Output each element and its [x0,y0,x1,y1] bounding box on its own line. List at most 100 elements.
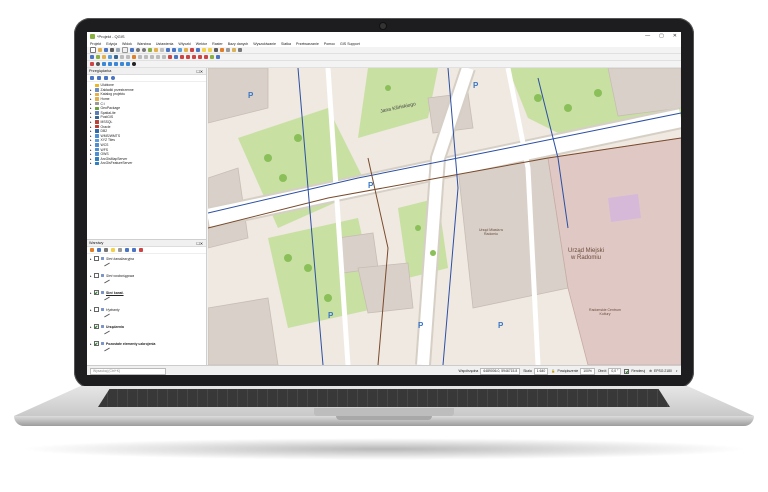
zoom-full-icon[interactable] [148,48,152,52]
undo-icon[interactable] [168,55,172,59]
menu-bazy-danych[interactable]: Bazy danych [228,42,249,46]
crs-label[interactable]: EPSG:2180 [654,369,672,373]
locator-search-input[interactable]: Wyszukaj (Ctrl+K) [90,367,166,375]
menu-wektor[interactable]: Wektor [196,42,207,46]
expand-arrow-icon[interactable]: ▸ [90,120,93,124]
expand-arrow-icon[interactable]: ▸ [90,125,93,129]
zoom-native-icon[interactable] [160,48,164,52]
expand-arrow-icon[interactable]: ▸ [90,115,93,119]
select-features-icon[interactable] [202,48,206,52]
add-vector-icon[interactable] [90,55,94,59]
paste-features-icon[interactable] [162,55,166,59]
expand-arrow-icon[interactable]: ▸ [90,92,93,96]
menu-wyszukiwanie[interactable]: Wyszukiwanie [253,42,276,46]
merge-features-icon[interactable] [204,55,208,59]
expand-arrow-icon[interactable]: ▸ [90,97,93,101]
zoom-next-icon[interactable] [172,48,176,52]
gis-support-icon[interactable] [210,55,214,59]
advanced-digitizing-icon[interactable] [186,55,190,59]
zoom-out-icon[interactable] [142,48,146,52]
save-project-icon[interactable] [104,48,108,52]
expand-arrow-icon[interactable]: ▸ [90,152,93,156]
point-icon[interactable] [132,62,136,66]
label-tool-icon[interactable] [238,48,242,52]
minimize-button[interactable]: — [645,33,650,39]
zoom-last-icon[interactable] [166,48,170,52]
layer-style-icon[interactable] [90,62,94,66]
expression-filter-icon[interactable] [118,248,122,252]
cut-features-icon[interactable] [150,55,154,59]
scale-field[interactable]: 1:640 [533,367,549,375]
measure-icon[interactable] [226,48,230,52]
deselect-icon[interactable] [208,48,212,52]
expand-arrow-icon[interactable]: ▸ [90,102,93,106]
layer-visibility-checkbox[interactable] [93,341,99,346]
reshape-icon[interactable] [192,55,196,59]
add-raster-icon[interactable] [96,55,100,59]
menu-siatka[interactable]: Siatka [281,42,291,46]
plugin-blue-icon-2[interactable] [108,62,112,66]
expand-arrow-icon[interactable]: ▸ [90,148,93,152]
coordinate-field[interactable]: 6489006.0, 5946715.8 [480,367,521,375]
expand-arrow-icon[interactable]: ▸ [90,111,93,115]
filter-legend-icon[interactable] [111,248,115,252]
snapping-icon[interactable] [180,55,184,59]
copy-features-icon[interactable] [156,55,160,59]
menu-gis-support[interactable]: GIS Support [340,42,360,46]
field-calculator-icon[interactable] [214,48,218,52]
map-canvas[interactable]: PPP PPP Jana Kilińskiego Urząd Miejski w… [208,68,681,365]
maximize-button[interactable]: ▢ [659,33,664,39]
layout-manager-icon[interactable] [116,48,120,52]
new-map-view-icon[interactable] [178,48,182,52]
plugin-blue-icon-4[interactable] [120,62,124,66]
expand-arrow-icon[interactable]: ▸ [90,88,93,92]
layer-visibility-checkbox[interactable] [93,273,99,278]
expand-arrow-icon[interactable]: ▸ [90,257,92,261]
collapse-icon[interactable] [104,76,108,80]
menu-raster[interactable]: Raster [212,42,223,46]
menu-warstwa[interactable]: Warstwa [137,42,151,46]
expand-arrow-icon[interactable]: ▸ [90,342,92,346]
add-delimited-icon[interactable] [102,55,106,59]
collapse-all-icon[interactable] [132,248,136,252]
open-project-icon[interactable] [98,48,102,52]
menu-widok[interactable]: Widok [122,42,132,46]
panel-close-icon[interactable]: ☐✕ [196,241,203,246]
expand-all-icon[interactable] [125,248,129,252]
plugin-blue-icon-3[interactable] [114,62,118,66]
browser-item[interactable]: ▸ ArcGisFeatureServer [90,161,206,166]
plugin-blue-icon-1[interactable] [102,62,106,66]
render-checkbox[interactable] [624,368,630,374]
save-edits-icon[interactable] [126,55,130,59]
expand-arrow-icon[interactable]: ▸ [90,129,93,133]
messages-icon[interactable]: ◐ [676,369,678,373]
expand-arrow-icon[interactable]: ▸ [90,143,93,147]
plugin-blue-icon-5[interactable] [126,62,130,66]
menu-edycja[interactable]: Edycja [106,42,117,46]
bookmark-icon[interactable] [184,48,188,52]
add-postgis-icon[interactable] [114,55,118,59]
redo-icon[interactable] [174,55,178,59]
menu-pomoc[interactable]: Pomoc [324,42,335,46]
expand-arrow-icon[interactable]: ▸ [90,134,93,138]
expand-arrow-icon[interactable]: ▸ [90,291,92,295]
eye-icon[interactable] [104,248,108,252]
expand-arrow-icon[interactable]: ▸ [90,308,92,312]
layer-visibility-checkbox[interactable] [93,324,99,329]
zoom-layer-icon[interactable] [154,48,158,52]
pan-icon[interactable] [122,47,128,53]
settings-icon[interactable] [96,62,100,66]
layer-visibility-checkbox[interactable] [93,307,99,312]
menu-projekt[interactable]: Projekt [90,42,101,46]
pan-to-selection-icon[interactable] [130,48,134,52]
menu-przetwarzanie[interactable]: Przetwarzanie [296,42,319,46]
add-spatialite-icon[interactable] [108,55,112,59]
filter-icon[interactable] [97,76,101,80]
expand-arrow-icon[interactable]: ▸ [90,274,92,278]
menu-wtyczki[interactable]: Wtyczki [178,42,190,46]
add-group-icon[interactable] [97,248,101,252]
close-button[interactable]: ✕ [673,33,677,39]
layer-visibility-checkbox[interactable] [93,290,99,295]
print-layout-icon[interactable] [110,48,114,52]
menu-ustawienia[interactable]: Ustawienia [156,42,174,46]
